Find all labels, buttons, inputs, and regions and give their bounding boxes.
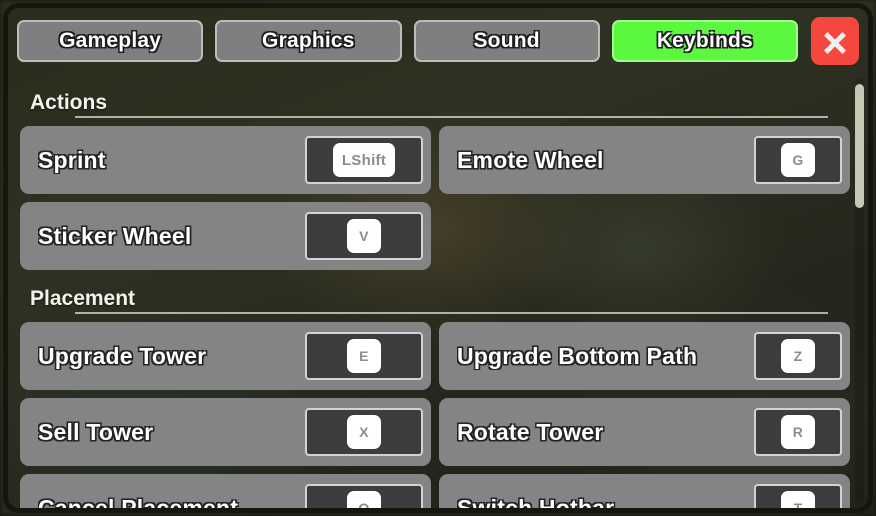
keybind-action-label: Upgrade Tower xyxy=(38,342,207,369)
section-title: Placement xyxy=(30,287,136,310)
keycap-label: Q xyxy=(347,491,381,508)
keycap-label: X xyxy=(347,415,381,449)
keybind-row[interactable]: Upgrade Tower E xyxy=(20,322,431,390)
settings-tab-bar: Gameplay Graphics Sound Keybinds xyxy=(8,8,868,74)
keycap-label: LShift xyxy=(332,143,396,177)
settings-window-frame: Gameplay Graphics Sound Keybinds Actions Spr… xyxy=(3,3,873,513)
keybind-button[interactable]: R xyxy=(754,408,842,456)
keybind-grid: Upgrade Tower E Upgrade Bottom Path Z Sell T… xyxy=(20,322,850,508)
keybind-button[interactable]: Z xyxy=(754,332,842,380)
keybinds-scroll-body[interactable]: Actions Sprint LShift Emote Wheel G Sticker W… xyxy=(8,74,868,508)
keybind-action-label: Cancel Placement xyxy=(38,494,239,509)
keybind-action-label: Sticker Wheel xyxy=(38,222,192,249)
tab-label: Gameplay xyxy=(59,29,162,52)
keycap-label: T xyxy=(781,491,815,508)
tab-label: Keybinds xyxy=(656,29,753,52)
keybind-button[interactable]: E xyxy=(305,332,423,380)
keybind-row[interactable]: Rotate Tower R xyxy=(439,398,850,466)
keybind-button[interactable]: Q xyxy=(305,484,423,508)
keybind-action-label: Switch Hotbar xyxy=(457,494,615,509)
keybind-button[interactable]: G xyxy=(754,136,842,184)
section-title: Actions xyxy=(30,91,108,114)
keybind-row[interactable]: Sprint LShift xyxy=(20,126,431,194)
keybind-action-label: Sprint xyxy=(38,146,106,173)
tab-keybinds[interactable]: Keybinds xyxy=(611,20,798,62)
keybind-row[interactable]: Sticker Wheel V xyxy=(20,202,431,270)
keybind-button[interactable]: LShift xyxy=(305,136,423,184)
close-button[interactable] xyxy=(811,17,859,65)
keybind-action-label: Rotate Tower xyxy=(457,418,604,445)
tab-graphics[interactable]: Graphics xyxy=(215,20,402,62)
keybind-row[interactable]: Cancel Placement Q xyxy=(20,474,431,508)
keycap-label: R xyxy=(781,415,815,449)
keybind-action-label: Emote Wheel xyxy=(457,146,604,173)
settings-window-root: Gameplay Graphics Sound Keybinds Actions Spr… xyxy=(0,0,876,516)
tab-sound[interactable]: Sound xyxy=(413,20,600,62)
vertical-scrollbar[interactable] xyxy=(855,78,864,502)
keybind-row[interactable]: Sell Tower X xyxy=(20,398,431,466)
keybind-grid: Sprint LShift Emote Wheel G Sticker Wheel V xyxy=(20,126,850,270)
section-divider xyxy=(75,116,828,118)
keycap-label: Z xyxy=(781,339,815,373)
tab-label: Graphics xyxy=(262,29,355,52)
keycap-label: V xyxy=(347,219,381,253)
keybind-row[interactable]: Switch Hotbar T xyxy=(439,474,850,508)
scrollbar-thumb[interactable] xyxy=(855,84,864,208)
tab-gameplay[interactable]: Gameplay xyxy=(17,20,204,62)
keybind-row[interactable]: Upgrade Bottom Path Z xyxy=(439,322,850,390)
keybind-button[interactable]: T xyxy=(754,484,842,508)
keycap-label: G xyxy=(781,143,815,177)
keycap-label: E xyxy=(347,339,381,373)
keybind-action-label: Upgrade Bottom Path xyxy=(457,342,698,369)
tab-label: Sound xyxy=(473,29,540,52)
settings-panel: Gameplay Graphics Sound Keybinds Actions Spr… xyxy=(8,8,868,508)
section-header: Actions xyxy=(20,78,850,118)
section-header: Placement xyxy=(20,274,850,314)
close-x-icon xyxy=(824,32,846,54)
section-divider xyxy=(75,312,828,314)
keybind-button[interactable]: V xyxy=(305,212,423,260)
keybind-button[interactable]: X xyxy=(305,408,423,456)
keybind-row[interactable]: Emote Wheel G xyxy=(439,126,850,194)
keybind-action-label: Sell Tower xyxy=(38,418,154,445)
